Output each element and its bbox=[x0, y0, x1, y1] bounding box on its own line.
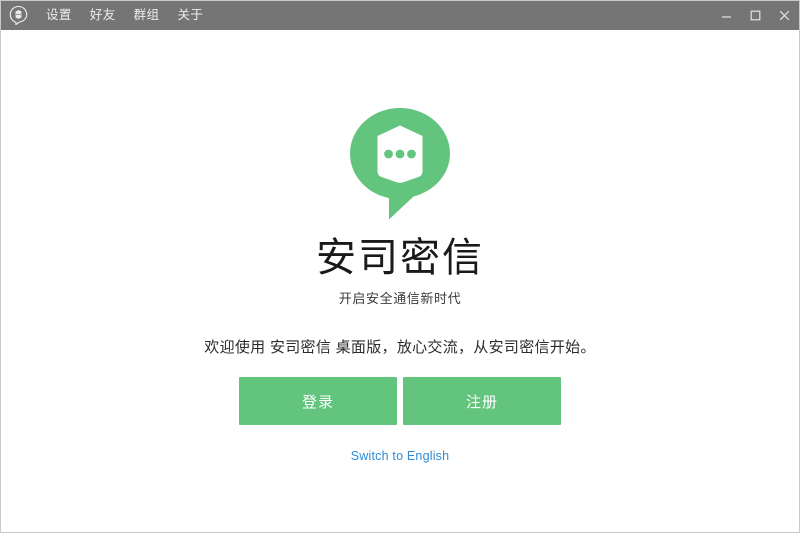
login-button[interactable]: 登录 bbox=[239, 377, 397, 425]
minimize-button[interactable] bbox=[712, 1, 741, 30]
welcome-message: 欢迎使用 安司密信 桌面版，放心交流，从安司密信开始。 bbox=[204, 339, 596, 356]
switch-language-link[interactable]: Switch to English bbox=[351, 449, 450, 463]
brand-logo-icon bbox=[350, 108, 450, 220]
page-title: 安司密信 bbox=[316, 236, 484, 280]
close-icon bbox=[779, 10, 790, 21]
app-window: 设置 好友 群组 关于 安司密信 开启安全通信新时代 欢迎使用 安司密信 桌面版… bbox=[0, 0, 800, 533]
menu-item-groups[interactable]: 群组 bbox=[125, 2, 169, 29]
maximize-button[interactable] bbox=[741, 1, 770, 30]
window-controls bbox=[712, 1, 799, 30]
chat-bubble-icon bbox=[9, 6, 27, 25]
app-icon bbox=[8, 6, 28, 26]
action-buttons: 登录 注册 bbox=[239, 377, 561, 425]
close-button[interactable] bbox=[770, 1, 799, 30]
menu-bar: 设置 好友 群组 关于 bbox=[37, 1, 212, 30]
menu-item-settings[interactable]: 设置 bbox=[37, 2, 81, 29]
register-button[interactable]: 注册 bbox=[403, 377, 561, 425]
main-content: 安司密信 开启安全通信新时代 欢迎使用 安司密信 桌面版，放心交流，从安司密信开… bbox=[1, 30, 799, 532]
maximize-icon bbox=[750, 10, 761, 21]
menu-item-friends[interactable]: 好友 bbox=[81, 2, 125, 29]
minimize-icon bbox=[722, 16, 731, 18]
menu-item-about[interactable]: 关于 bbox=[168, 2, 212, 29]
page-subtitle: 开启安全通信新时代 bbox=[338, 291, 462, 306]
title-bar: 设置 好友 群组 关于 bbox=[1, 1, 799, 30]
